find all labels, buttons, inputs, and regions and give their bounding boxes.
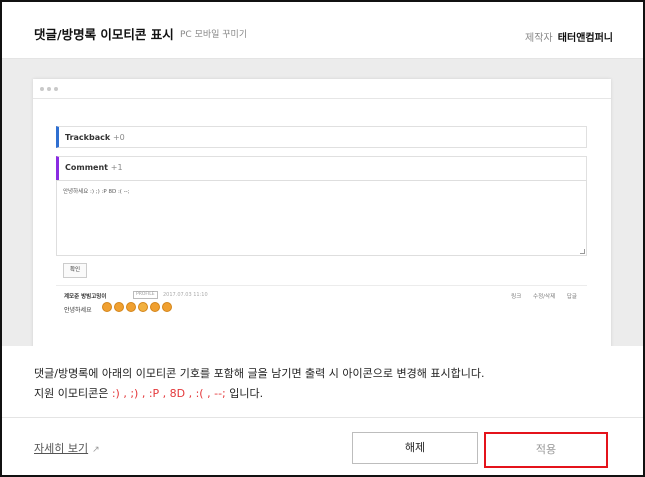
comment-item: 계모준 방빔고밍이 PROFILE 2017.07.03 11:10 링크 수정… [56, 285, 587, 319]
comment-author: 계모준 방빔고밍이 [64, 294, 107, 300]
tongue-emoji-icon [126, 302, 136, 312]
window-dot-icon [54, 87, 58, 91]
sweat-emoji-icon [162, 302, 172, 312]
comment-action-link: 링크 [511, 294, 522, 300]
release-button[interactable]: 해제 [352, 432, 478, 464]
dialog-title: 댓글/방명록 이모티콘 표시 [34, 27, 174, 42]
detail-link-label: 자세히 보기 [34, 442, 89, 455]
description: 댓글/방명록에 아래의 이모티콘 기호를 포함해 글을 남기면 출력 시 아이콘… [34, 364, 484, 404]
trackback-section: Trackback +0 [56, 126, 587, 148]
sad-emoji-icon [150, 302, 160, 312]
description-prefix: 지원 이모티콘은 [34, 387, 112, 400]
comment-section-header: Comment +1 [56, 156, 587, 180]
trackback-count: +0 [112, 133, 125, 142]
wink-emoji-icon [114, 302, 124, 312]
window-dot-icon [47, 87, 51, 91]
description-suffix: 입니다. [225, 387, 264, 400]
description-line-1: 댓글/방명록에 아래의 이모티콘 기호를 포함해 글을 남기면 출력 시 아이콘… [34, 367, 485, 380]
smile-emoji-icon [102, 302, 112, 312]
external-link-icon: ↗ [92, 445, 100, 455]
apply-button[interactable]: 적용 [484, 432, 608, 468]
dialog-header: 댓글/방명록 이모티콘 표시 PC 모바일 꾸미기 제작자 태터앤컴퍼니 [2, 2, 643, 59]
plugin-dialog: 댓글/방명록 이모티콘 표시 PC 모바일 꾸미기 제작자 태터앤컴퍼니 Tra… [0, 0, 645, 477]
maker-name: 태터앤컴퍼니 [557, 33, 613, 44]
confirm-button: 확인 [63, 263, 87, 278]
preview-browser-window: Trackback +0 Comment +1 안녕하세요 :) ;) :P 8… [33, 79, 611, 346]
detail-link[interactable]: 자세히 보기 ↗ [34, 440, 100, 456]
comment-textarea: 안녕하세요 :) ;) :P 8D :( --; [56, 180, 587, 256]
maker-label: 제작자 [525, 33, 553, 44]
comment-count: +1 [110, 163, 123, 172]
comment-action-edit: 수정/삭제 [533, 294, 556, 300]
maker-info: 제작자 태터앤컴퍼니 [525, 29, 613, 44]
grin-emoji-icon [138, 302, 148, 312]
description-line-2: 지원 이모티콘은 :) , ;) , :P , 8D , :( , --; 입니… [34, 384, 484, 404]
footer-divider [2, 417, 643, 418]
profile-badge: PROFILE [133, 291, 158, 299]
supported-emoticons: :) , ;) , :P , 8D , :( , --; [111, 387, 226, 400]
trackback-label: Trackback [65, 133, 111, 142]
comment-actions: 링크 수정/삭제 답글 [501, 292, 577, 300]
comment-action-reply: 답글 [566, 294, 577, 300]
comment-textarea-value: 안녕하세요 :) ;) :P 8D :( --; [63, 189, 130, 195]
dialog-subtitle: PC 모바일 꾸미기 [180, 30, 248, 40]
window-dot-icon [40, 87, 44, 91]
comment-date: 2017.07.03 11:10 [163, 292, 208, 298]
comment-label: Comment [65, 163, 108, 172]
browser-title-bar [33, 79, 611, 99]
resize-handle-icon [580, 249, 585, 254]
preview-area: Trackback +0 Comment +1 안녕하세요 :) ;) :P 8… [2, 59, 643, 346]
comment-text: 안녕하세요 [64, 307, 92, 314]
